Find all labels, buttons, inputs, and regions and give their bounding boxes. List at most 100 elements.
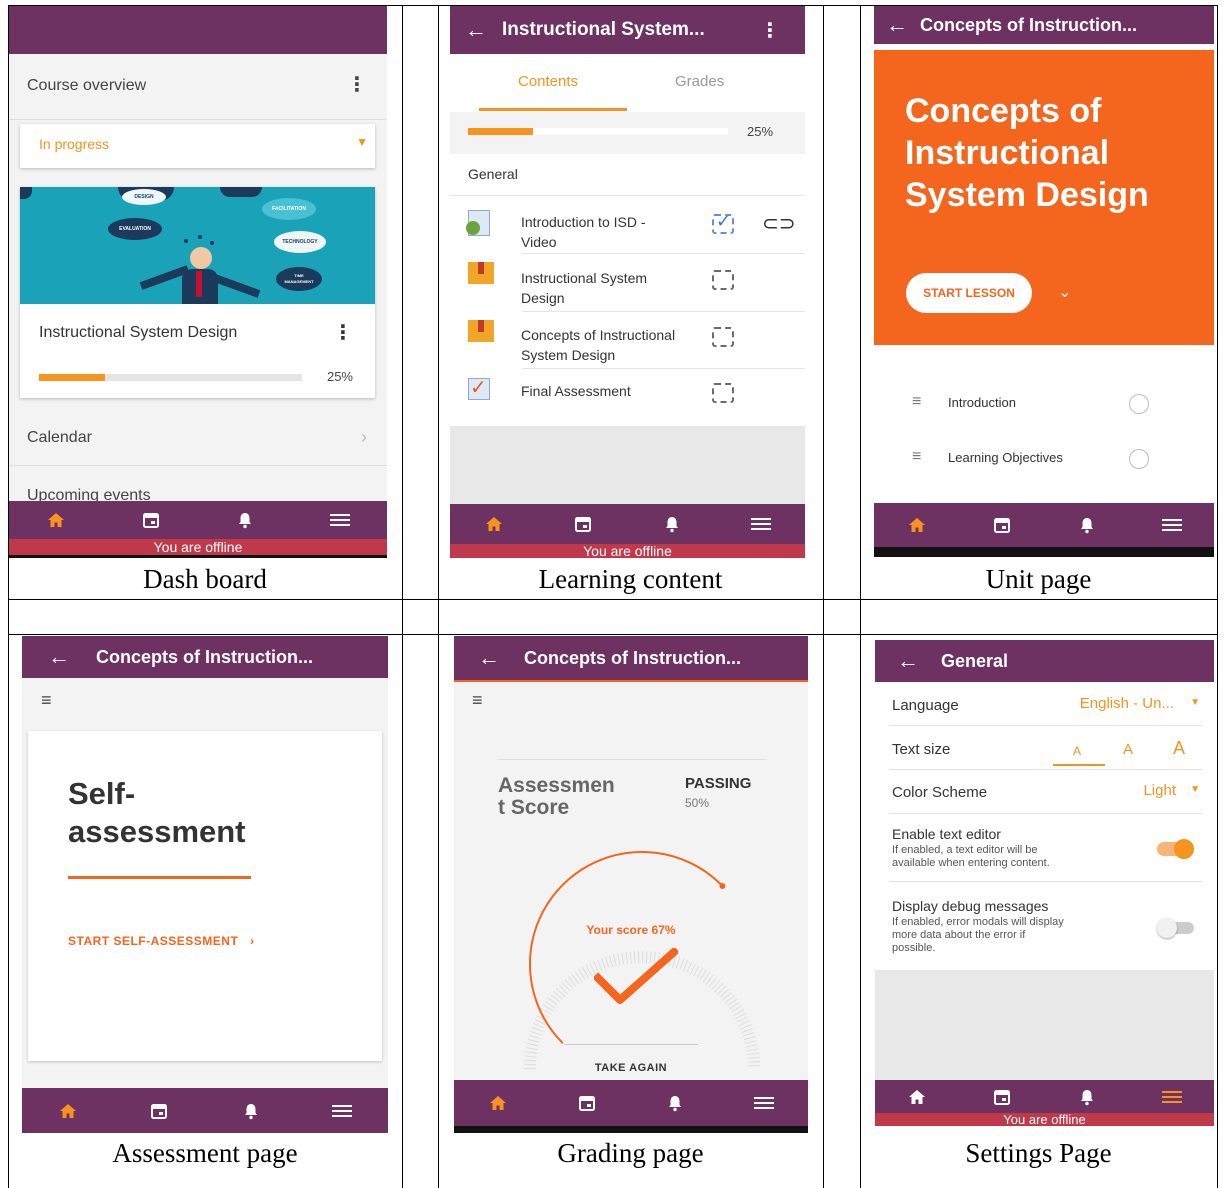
menu-icon[interactable] bbox=[328, 508, 352, 532]
bell-icon[interactable] bbox=[1075, 513, 1099, 537]
language-label: Language bbox=[892, 697, 959, 714]
activity-line2: Video bbox=[521, 234, 557, 250]
back-arrow-icon[interactable]: ← bbox=[874, 12, 920, 38]
more-vert-icon[interactable]: ⋮ bbox=[760, 18, 780, 43]
activity-item[interactable]: ✓ Final Assessment bbox=[450, 369, 805, 421]
offline-banner: You are offline bbox=[875, 1113, 1214, 1126]
activity-line1: Concepts of Instructional bbox=[521, 327, 676, 343]
home-icon[interactable] bbox=[44, 508, 68, 532]
activity-list: Introduction to ISD - Video ✓ ⊂⊃ Instruc… bbox=[450, 196, 805, 426]
hero-title: Concepts of Instructional System Design bbox=[905, 90, 1149, 216]
completion-checkbox[interactable] bbox=[712, 270, 734, 290]
text-editor-desc: available when entering content. bbox=[892, 857, 1050, 869]
calendar-row[interactable]: Calendar › bbox=[9, 414, 387, 466]
screen-edge bbox=[454, 1126, 808, 1133]
text-editor-toggle[interactable] bbox=[1157, 839, 1194, 859]
activity-line2: Design bbox=[521, 290, 565, 306]
lesson-item[interactable]: ≡ Introduction bbox=[874, 384, 1214, 424]
video-file-icon bbox=[466, 210, 490, 236]
take-again-button[interactable]: TAKE AGAIN bbox=[454, 1062, 808, 1074]
text-size-small[interactable]: A bbox=[1073, 744, 1081, 758]
tab-grades[interactable]: Grades bbox=[675, 73, 724, 90]
bell-icon[interactable] bbox=[663, 1091, 687, 1115]
link-icon[interactable]: ⊂⊃ bbox=[762, 211, 796, 236]
grading-screen: ← Concepts of Instruction... ≡ Assessmen… bbox=[454, 636, 808, 1133]
language-setting[interactable]: Language English - Un... ▼ bbox=[889, 682, 1202, 726]
dashboard-screen: Course overview ⋮ In progress ▼ DESIGN F… bbox=[9, 6, 387, 558]
chevron-down-icon[interactable]: ⌄ bbox=[1058, 282, 1071, 302]
more-vert-icon[interactable]: ⋮ bbox=[347, 72, 367, 97]
completion-checkbox[interactable]: ✓ bbox=[712, 211, 734, 234]
bottom-nav bbox=[450, 504, 805, 544]
check-mark-icon bbox=[594, 948, 678, 1004]
menu-icon[interactable] bbox=[330, 1099, 354, 1123]
completion-checkbox[interactable] bbox=[712, 383, 734, 403]
menu-icon[interactable] bbox=[749, 512, 773, 536]
filter-select[interactable]: In progress ▼ bbox=[20, 124, 375, 168]
menu-icon[interactable] bbox=[1160, 513, 1184, 537]
color-scheme-setting[interactable]: Color Scheme Light ▼ bbox=[889, 770, 1202, 814]
bottom-nav bbox=[874, 503, 1214, 547]
calendar-icon[interactable] bbox=[575, 1091, 599, 1115]
bell-icon[interactable] bbox=[233, 508, 257, 532]
activity-item[interactable]: Introduction to ISD - Video ✓ ⊂⊃ bbox=[450, 196, 805, 253]
menu-icon[interactable] bbox=[752, 1091, 776, 1115]
back-arrow-icon[interactable]: ← bbox=[454, 645, 524, 671]
bell-icon[interactable] bbox=[239, 1099, 263, 1123]
completion-radio[interactable] bbox=[1129, 394, 1149, 414]
content-progress-text: 25% bbox=[747, 124, 774, 139]
back-arrow-icon[interactable]: ← bbox=[450, 17, 502, 43]
calendar-icon[interactable] bbox=[147, 1099, 171, 1123]
text-size-medium[interactable]: A bbox=[1123, 741, 1133, 758]
home-icon[interactable] bbox=[905, 1085, 929, 1109]
home-icon[interactable] bbox=[56, 1099, 80, 1123]
activity-line1: Instructional System bbox=[521, 270, 648, 286]
upcoming-row[interactable]: Upcoming events bbox=[9, 466, 387, 506]
bell-icon[interactable] bbox=[660, 512, 684, 536]
table-border bbox=[8, 634, 1218, 635]
activity-line1: Introduction to ISD - bbox=[521, 214, 646, 230]
calendar-icon[interactable] bbox=[990, 1085, 1014, 1109]
activity-line2: System Design bbox=[521, 347, 616, 363]
calendar-icon[interactable] bbox=[139, 508, 163, 532]
tab-contents[interactable]: Contents bbox=[518, 73, 578, 90]
completion-radio[interactable] bbox=[1129, 449, 1149, 469]
quiz-icon: ✓ bbox=[468, 377, 490, 400]
calendar-icon[interactable] bbox=[571, 512, 595, 536]
back-arrow-icon[interactable]: ← bbox=[875, 648, 941, 674]
completion-checkbox[interactable] bbox=[712, 327, 734, 347]
debug-setting: Display debug messages If enabled, error… bbox=[889, 882, 1202, 966]
offline-banner: You are offline bbox=[450, 544, 805, 558]
bubble-facilitation: FACILITATION bbox=[262, 198, 316, 220]
activity-item[interactable]: Concepts of Instructional System Design bbox=[450, 312, 805, 369]
home-icon[interactable] bbox=[482, 512, 506, 536]
dropdown-arrow-icon: ▼ bbox=[356, 135, 368, 149]
course-card[interactable]: DESIGN FACILITATION EVALUATION TECHNOLOG… bbox=[20, 187, 375, 398]
screen-title: Concepts of Instruction... bbox=[920, 14, 1138, 35]
lesson-item[interactable]: ≡ Learning Objectives bbox=[874, 439, 1214, 479]
bell-icon[interactable] bbox=[1075, 1085, 1099, 1109]
bubble-evaluation: EVALUATION bbox=[108, 218, 162, 240]
calendar-icon[interactable] bbox=[990, 513, 1014, 537]
text-size-setting: Text size A A A bbox=[889, 726, 1202, 770]
debug-toggle[interactable] bbox=[1157, 918, 1194, 938]
start-self-assessment-button[interactable]: START SELF-ASSESSMENT › bbox=[68, 934, 255, 948]
home-icon[interactable] bbox=[486, 1091, 510, 1115]
app-bar: ← Instructional System... ⋮ bbox=[450, 6, 805, 54]
lesson-hero: Concepts of Instructional System Design … bbox=[874, 50, 1214, 345]
activity-item[interactable]: Instructional System Design bbox=[450, 254, 805, 311]
hero-title-line: Instructional bbox=[905, 134, 1110, 172]
self-assessment-card: Self- assessment START SELF-ASSESSMENT › bbox=[28, 731, 382, 1061]
table-border bbox=[1217, 5, 1218, 1188]
hamburger-menu-icon[interactable]: ≡ bbox=[472, 690, 483, 711]
bottom-nav bbox=[875, 1080, 1214, 1113]
home-icon[interactable] bbox=[905, 513, 929, 537]
start-lesson-button[interactable]: START LESSON bbox=[906, 273, 1032, 313]
activity-line1: Final Assessment bbox=[521, 383, 631, 399]
menu-icon[interactable] bbox=[1160, 1085, 1184, 1109]
text-size-large[interactable]: A bbox=[1173, 738, 1185, 759]
hero-title-line: Concepts of bbox=[905, 92, 1102, 130]
course-more-icon[interactable]: ⋮ bbox=[333, 320, 353, 345]
back-arrow-icon[interactable]: ← bbox=[22, 644, 96, 670]
hamburger-menu-icon[interactable]: ≡ bbox=[41, 690, 52, 711]
